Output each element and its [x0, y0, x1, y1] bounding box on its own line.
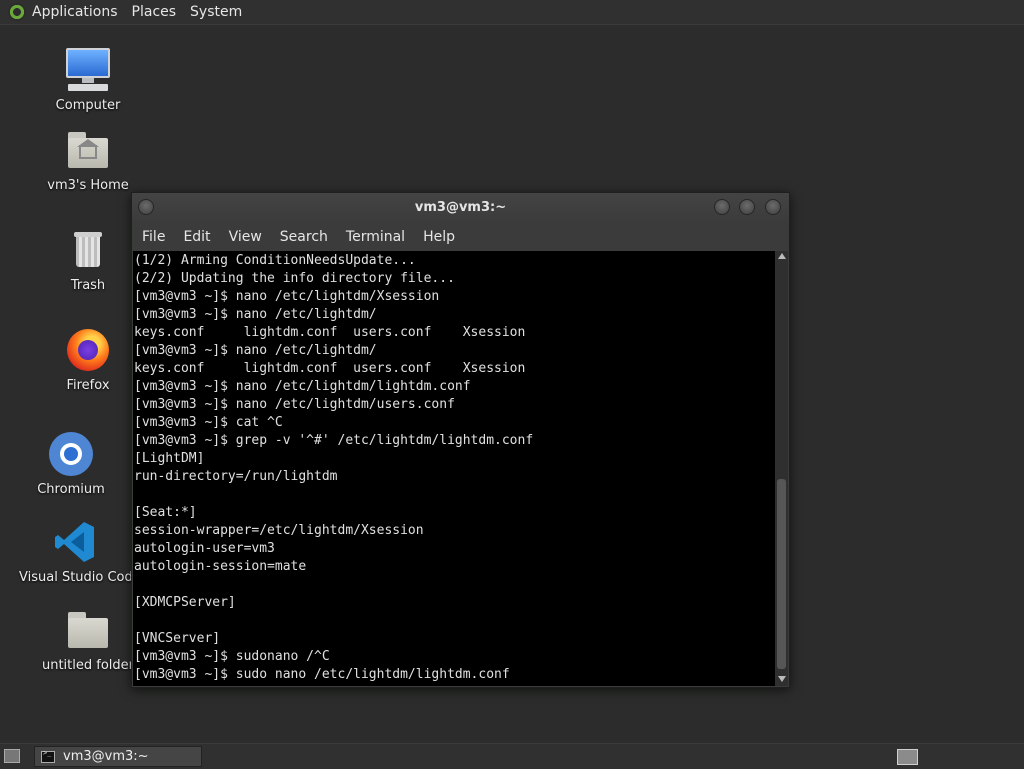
menu-search[interactable]: Search [280, 229, 328, 245]
terminal-line: [vm3@vm3 ~]$ sudonano /^C [134, 649, 330, 664]
applications-menu[interactable]: Applications [32, 4, 118, 20]
taskbar-item-label: vm3@vm3:~ [63, 749, 149, 764]
desktop-icon-chromium[interactable]: Chromium [16, 430, 126, 497]
vscode-icon [50, 518, 98, 566]
desktop-icon-label: Trash [70, 278, 106, 293]
close-button[interactable] [765, 199, 781, 215]
top-panel: Applications Places System [0, 0, 1024, 25]
terminal-line: [LightDM] [134, 451, 205, 466]
desktop-icon-label: untitled folder [41, 658, 134, 673]
desktop-icon-home[interactable]: vm3's Home [33, 126, 143, 193]
terminal-line: autologin-user=vm3 [134, 541, 275, 556]
terminal-line: [vm3@vm3 ~]$ nano /etc/lightdm/ [134, 307, 377, 322]
terminal-line: [XDMCPServer] [134, 595, 236, 610]
trash-icon [64, 226, 112, 274]
workspace-switcher[interactable] [897, 749, 918, 765]
scroll-down-icon[interactable] [778, 676, 786, 682]
scroll-thumb[interactable] [777, 479, 786, 669]
desktop-icon-label: Visual Studio Code [19, 570, 141, 585]
scroll-up-icon[interactable] [778, 253, 786, 259]
menu-terminal[interactable]: Terminal [346, 229, 405, 245]
desktop-icon-trash[interactable]: Trash [33, 226, 143, 293]
desktop-icon-vscode[interactable]: Visual Studio Code [19, 518, 141, 585]
show-desktop-icon[interactable] [4, 749, 20, 763]
terminal-scrollbar[interactable] [775, 251, 788, 686]
window-title: vm3@vm3:~ [414, 200, 507, 215]
terminal-window[interactable]: vm3@vm3:~ File Edit View Search Terminal… [131, 192, 790, 688]
firefox-icon [64, 326, 112, 374]
menu-view[interactable]: View [229, 229, 262, 245]
menu-help[interactable]: Help [423, 229, 455, 245]
terminal-line: (2/2) Updating the info directory file..… [134, 271, 455, 286]
desktop-icon-computer[interactable]: Computer [33, 46, 143, 113]
desktop-icon-untitled-folder[interactable]: untitled folder [33, 606, 143, 673]
terminal-line: [vm3@vm3 ~]$ nano /etc/lightdm/ [134, 343, 377, 358]
terminal-line: [Seat:*] [134, 505, 197, 520]
terminal-line: [vm3@vm3 ~]$ grep -v '^#' /etc/lightdm/l… [134, 433, 534, 448]
desktop-icon-label: Computer [55, 98, 121, 113]
terminal-line: keys.conf lightdm.conf users.conf Xsessi… [134, 325, 526, 340]
terminal-line: session-wrapper=/etc/lightdm/Xsession [134, 523, 424, 538]
menu-edit[interactable]: Edit [183, 229, 210, 245]
terminal-line: [vm3@vm3 ~]$ sudo nano /etc/lightdm/ligh… [134, 667, 510, 682]
desktop-icon-label: vm3's Home [47, 178, 129, 193]
desktop-icon-firefox[interactable]: Firefox [33, 326, 143, 393]
places-menu[interactable]: Places [132, 4, 177, 20]
terminal-line: run-directory=/run/lightdm [134, 469, 338, 484]
desktop-icon-label: Firefox [66, 378, 110, 393]
mate-logo-icon[interactable] [8, 3, 26, 21]
terminal-line: [vm3@vm3 ~]$ nano /etc/lightdm/Xsession [134, 289, 440, 304]
desktop-icon-label: Chromium [37, 482, 105, 497]
terminal-line: [VNCServer] [134, 631, 221, 646]
bottom-panel: vm3@vm3:~ [0, 743, 1024, 769]
terminal-line: [vm3@vm3 ~]$ cat ^C [134, 415, 283, 430]
terminal-line: (1/2) Arming ConditionNeedsUpdate... [134, 253, 416, 268]
taskbar-item-terminal[interactable]: vm3@vm3:~ [34, 746, 202, 767]
terminal-line: [vm3@vm3 ~]$ nano /etc/lightdm/lightdm.c… [134, 379, 471, 394]
folder-icon [64, 606, 112, 654]
menu-file[interactable]: File [142, 229, 165, 245]
terminal-line: autologin-session=mate [134, 559, 307, 574]
terminal-line: keys.conf lightdm.conf users.conf Xsessi… [134, 361, 526, 376]
terminal-icon [41, 749, 55, 763]
terminal-menubar: File Edit View Search Terminal Help [132, 223, 789, 251]
terminal-output[interactable]: (1/2) Arming ConditionNeedsUpdate... (2/2… [133, 251, 775, 686]
home-folder-icon [64, 126, 112, 174]
system-menu[interactable]: System [190, 4, 242, 20]
terminal-line: [vm3@vm3 ~]$ nano /etc/lightdm/users.con… [134, 397, 455, 412]
minimize-button[interactable] [714, 199, 730, 215]
chromium-icon [47, 430, 95, 478]
terminal-text: (1/2) Arming ConditionNeedsUpdate... (2/2… [133, 251, 775, 684]
maximize-button[interactable] [739, 199, 755, 215]
window-titlebar[interactable]: vm3@vm3:~ [132, 193, 789, 223]
computer-icon [64, 46, 112, 94]
